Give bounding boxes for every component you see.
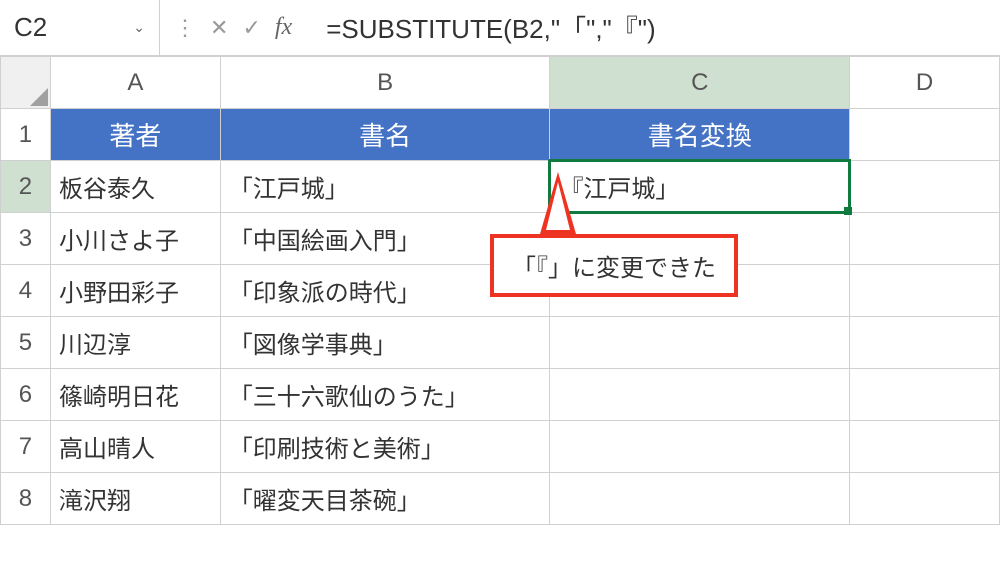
cell-A7[interactable]: 高山晴人 — [50, 421, 220, 473]
select-all-corner[interactable] — [1, 57, 51, 109]
cell-C8[interactable] — [550, 473, 850, 525]
cell-A6[interactable]: 篠崎明日花 — [50, 369, 220, 421]
cell-A4[interactable]: 小野田彩子 — [50, 265, 220, 317]
col-header-D[interactable]: D — [850, 57, 1000, 109]
cell-B3[interactable]: 「中国絵画入門」 — [220, 213, 550, 265]
row-header-1[interactable]: 1 — [1, 109, 51, 161]
cell-C4[interactable] — [550, 265, 850, 317]
cell-D2[interactable] — [850, 161, 1000, 213]
name-box-value: C2 — [14, 12, 47, 43]
cancel-icon[interactable]: ✕ — [210, 15, 228, 41]
row-header-7[interactable]: 7 — [1, 421, 51, 473]
dots-icon[interactable]: ⋮ — [174, 15, 196, 41]
cell-C5[interactable] — [550, 317, 850, 369]
formula-bar-controls: ⋮ ✕ ✓ fx — [160, 14, 306, 41]
cell-A1[interactable]: 著者 — [50, 109, 220, 161]
corner-triangle-icon — [30, 88, 48, 106]
row-header-5[interactable]: 5 — [1, 317, 51, 369]
cell-D6[interactable] — [850, 369, 1000, 421]
confirm-icon[interactable]: ✓ — [242, 15, 260, 41]
formula-input[interactable]: =SUBSTITUTE(B2,"「","『") — [306, 0, 1000, 55]
col-header-B[interactable]: B — [220, 57, 550, 109]
cell-D1[interactable] — [850, 109, 1000, 161]
cell-B2[interactable]: 「江戸城」 — [220, 161, 550, 213]
row-header-6[interactable]: 6 — [1, 369, 51, 421]
spreadsheet-grid: A B C D 1 著者 書名 書名変換 2 板谷泰久 「江戸城」 『江戸城」 … — [0, 56, 1000, 525]
formula-bar: C2 ⌄ ⋮ ✕ ✓ fx =SUBSTITUTE(B2,"「","『") — [0, 0, 1000, 56]
col-header-A[interactable]: A — [50, 57, 220, 109]
cell-B5[interactable]: 「図像学事典」 — [220, 317, 550, 369]
cell-A8[interactable]: 滝沢翔 — [50, 473, 220, 525]
cell-B6[interactable]: 「三十六歌仙のうた」 — [220, 369, 550, 421]
col-header-C[interactable]: C — [550, 57, 850, 109]
cell-A2[interactable]: 板谷泰久 — [50, 161, 220, 213]
cell-B7[interactable]: 「印刷技術と美術」 — [220, 421, 550, 473]
name-box[interactable]: C2 ⌄ — [0, 0, 160, 55]
cell-B8[interactable]: 「曜変天目茶碗」 — [220, 473, 550, 525]
cell-D4[interactable] — [850, 265, 1000, 317]
cell-C7[interactable] — [550, 421, 850, 473]
row-header-2[interactable]: 2 — [1, 161, 51, 213]
cell-C1[interactable]: 書名変換 — [550, 109, 850, 161]
cell-D3[interactable] — [850, 213, 1000, 265]
cell-B4[interactable]: 「印象派の時代」 — [220, 265, 550, 317]
cell-D5[interactable] — [850, 317, 1000, 369]
cell-C3[interactable] — [550, 213, 850, 265]
row-header-4[interactable]: 4 — [1, 265, 51, 317]
cell-A3[interactable]: 小川さよ子 — [50, 213, 220, 265]
cell-C2[interactable]: 『江戸城」 — [550, 161, 850, 213]
cell-B1[interactable]: 書名 — [220, 109, 550, 161]
row-header-8[interactable]: 8 — [1, 473, 51, 525]
cell-C6[interactable] — [550, 369, 850, 421]
row-header-3[interactable]: 3 — [1, 213, 51, 265]
fx-label[interactable]: fx — [275, 14, 292, 41]
name-box-dropdown-icon[interactable]: ⌄ — [133, 19, 145, 36]
cell-D7[interactable] — [850, 421, 1000, 473]
cell-A5[interactable]: 川辺淳 — [50, 317, 220, 369]
cell-D8[interactable] — [850, 473, 1000, 525]
